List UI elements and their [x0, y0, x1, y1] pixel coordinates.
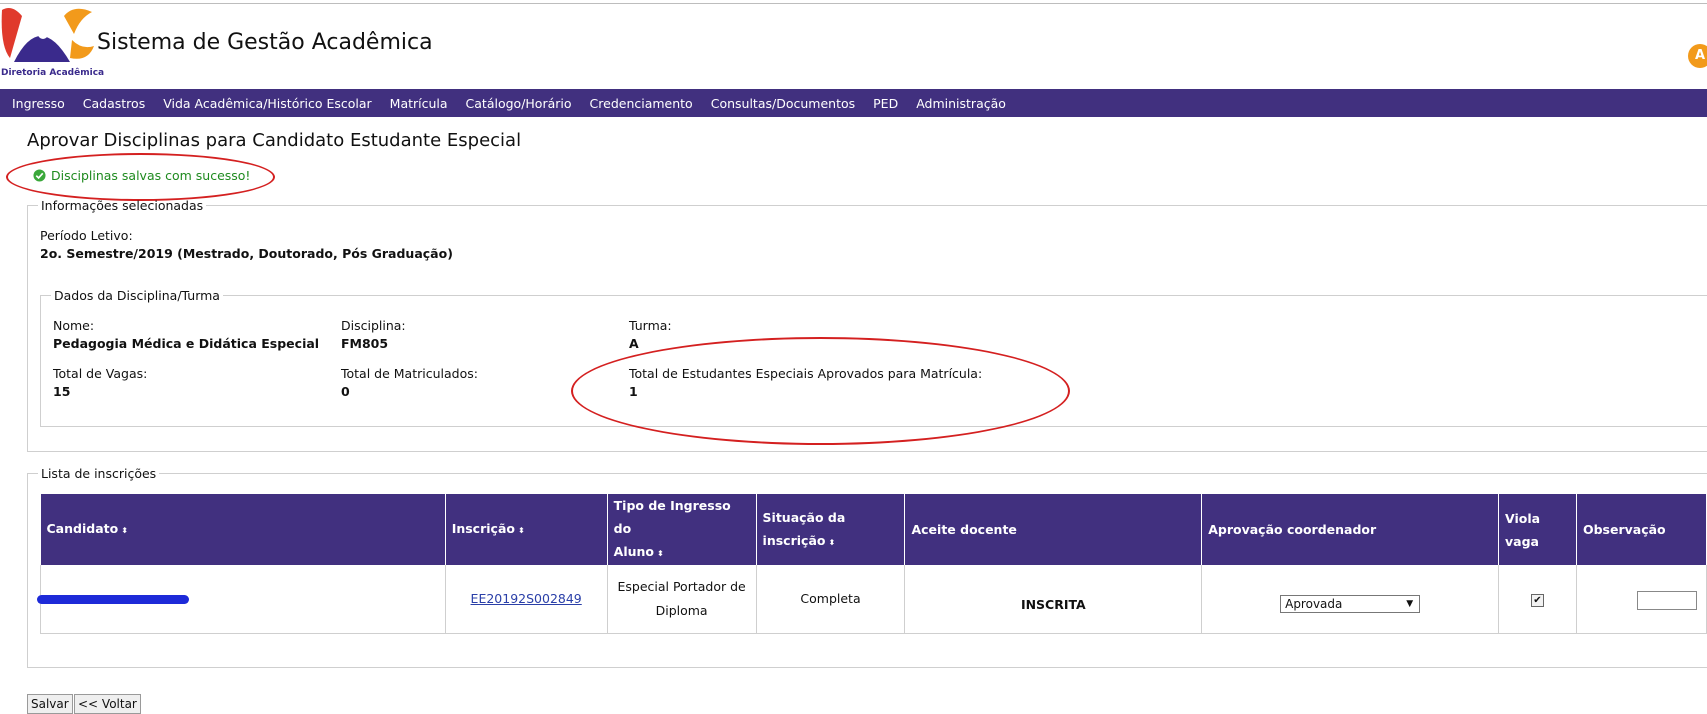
disciplina-value: FM805: [341, 336, 389, 351]
turma-label: Turma:: [629, 318, 672, 333]
disciplina-label: Disciplina:: [341, 318, 406, 333]
matriculados-value: 0: [341, 384, 350, 399]
observacao-input[interactable]: [1636, 590, 1697, 610]
inscricao-link[interactable]: EE20192S002849: [471, 591, 582, 606]
nav-administracao[interactable]: Administração: [907, 96, 1015, 111]
turma-value: A: [629, 336, 639, 351]
tipo-line1: Especial Portador de: [617, 579, 746, 594]
sort-icon: ⬍: [657, 549, 664, 558]
nav-matricula[interactable]: Matrícula: [381, 96, 457, 111]
table-row: EE20192S002849 Especial Portador de Dipl…: [37, 565, 1707, 634]
nav-catalogo-horario[interactable]: Catálogo/Horário: [457, 96, 581, 111]
inscricoes-table: Candidato ⬍ Inscrição ⬍ Tipo de Ingresso d…: [37, 494, 1707, 634]
nome-label: Nome:: [53, 318, 95, 333]
cell-aprovacao: Aprovada ▼: [1201, 565, 1500, 634]
cell-tipo-ingresso: Especial Portador de Diploma: [607, 565, 757, 634]
success-text: Disciplinas salvas com sucesso!: [51, 168, 251, 183]
cell-situacao: Completa: [756, 565, 906, 634]
user-avatar[interactable]: A: [1688, 44, 1707, 68]
dropdown-arrow-icon: ▼: [1406, 599, 1414, 609]
col-tipo-label-line2: Aluno: [613, 544, 654, 559]
nav-vida-academica[interactable]: Vida Acadêmica/Histórico Escolar: [154, 96, 380, 111]
nome-value: Pedagogia Médica e Didática Especial: [53, 336, 320, 351]
sort-icon: ⬍: [828, 537, 836, 547]
turma-legend: Dados da Disciplina/Turma: [54, 288, 220, 303]
nav-credenciamento[interactable]: Credenciamento: [581, 96, 702, 111]
col-aceite-docente: Aceite docente: [904, 494, 1203, 565]
salvar-button[interactable]: Salvar: [27, 694, 73, 714]
institution-logo: Diretoria Acadêmica: [0, 6, 104, 78]
col-viola-label-line1: Viola: [1505, 510, 1541, 526]
col-candidato[interactable]: Candidato ⬍: [40, 494, 446, 565]
col-inscricao-label: Inscrição: [451, 521, 515, 536]
col-aprovacao-coordenador: Aprovação coordenador: [1201, 494, 1500, 565]
nav-ingresso[interactable]: Ingresso: [0, 96, 74, 111]
col-situacao-label-line2: inscrição: [762, 532, 826, 548]
page-title: Aprovar Disciplinas para Candidato Estud…: [27, 130, 522, 151]
periodo-label: Período Letivo:: [40, 228, 133, 243]
success-message: Disciplinas salvas com sucesso!: [33, 168, 250, 183]
nav-ped[interactable]: PED: [864, 96, 907, 111]
col-tipo-label-line1: Tipo de Ingresso do: [613, 498, 731, 536]
col-candidato-label: Candidato: [46, 521, 119, 536]
main-nav: Ingresso Cadastros Vida Acadêmica/Histór…: [0, 89, 1707, 117]
cell-aceite: INSCRITA: [904, 565, 1203, 634]
cell-viola-vaga: ✔: [1498, 565, 1577, 634]
col-tipo-ingresso[interactable]: Tipo de Ingresso do Aluno ⬍: [607, 494, 757, 565]
cell-inscricao: EE20192S002849: [445, 565, 608, 634]
voltar-button[interactable]: << Voltar: [74, 694, 141, 714]
redacted-candidate-name[interactable]: [37, 595, 189, 604]
info-legend: Informações selecionadas: [41, 198, 204, 213]
app-title: Sistema de Gestão Acadêmica: [97, 30, 433, 55]
col-viola-label-line2: vaga: [1505, 533, 1539, 549]
periodo-value: 2o. Semestre/2019 (Mestrado, Doutorado, …: [40, 246, 453, 261]
aprovados-label: Total de Estudantes Especiais Aprovados …: [629, 366, 983, 381]
inscricoes-legend: Lista de inscrições: [41, 466, 157, 481]
turma-fieldset: Dados da Disciplina/Turma: [40, 288, 1707, 427]
top-border: [0, 3, 1707, 4]
aprovados-value: 1: [629, 384, 638, 399]
cell-candidato: [37, 565, 446, 634]
nav-cadastros[interactable]: Cadastros: [74, 96, 154, 111]
tipo-line2: Diploma: [655, 603, 708, 618]
table-header-row: Candidato ⬍ Inscrição ⬍ Tipo de Ingresso d…: [40, 494, 1707, 565]
sort-icon: ⬍: [517, 526, 525, 535]
col-viola-vaga: Viola vaga: [1498, 494, 1577, 565]
aprovacao-select[interactable]: Aprovada ▼: [1280, 595, 1421, 613]
vagas-label: Total de Vagas:: [53, 366, 148, 381]
col-situacao-label-line1: Situação da: [762, 509, 846, 525]
col-situacao[interactable]: Situação da inscrição ⬍: [756, 494, 906, 565]
check-circle-icon: [33, 169, 46, 182]
col-inscricao[interactable]: Inscrição ⬍: [445, 494, 608, 565]
sort-icon: ⬍: [121, 526, 128, 535]
aprovacao-selected-value: Aprovada: [1285, 597, 1343, 611]
nav-consultas-documentos[interactable]: Consultas/Documentos: [702, 96, 864, 111]
col-observacao: Observação: [1576, 494, 1707, 565]
matriculados-label: Total de Matriculados:: [341, 366, 478, 381]
aceite-value: INSCRITA: [1020, 597, 1086, 612]
cell-observacao: [1576, 565, 1707, 634]
logo-caption: Diretoria Acadêmica: [1, 68, 105, 78]
viola-vaga-checkbox[interactable]: ✔: [1530, 594, 1544, 607]
vagas-value: 15: [53, 384, 71, 399]
